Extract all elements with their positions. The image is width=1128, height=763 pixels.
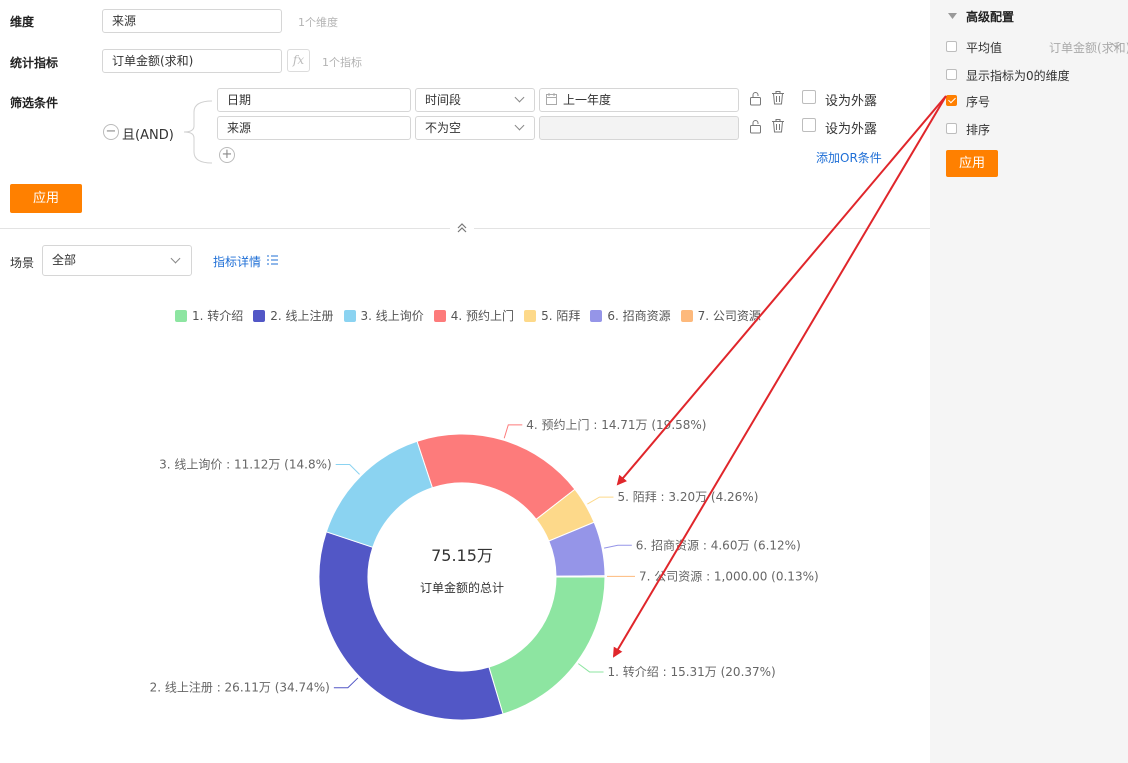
leader-line bbox=[603, 544, 632, 549]
donut-slice[interactable] bbox=[416, 433, 576, 521]
donut-slice[interactable] bbox=[555, 575, 606, 578]
advanced-settings-panel: 高级配置 平均值 订单金额(求和) 显示指标为0的维度 序号 排序 应用 bbox=[930, 0, 1128, 763]
sort-label: 排序 bbox=[966, 123, 991, 137]
slice-label: 3. 线上询价 : 11.12万 (14.8%) bbox=[159, 457, 332, 471]
slice-label: 6. 招商资源 : 4.60万 (6.12%) bbox=[636, 537, 801, 552]
leader-line bbox=[503, 424, 523, 439]
donut-chart: 1. 转介绍 : 15.31万 (20.37%) 2. 线上注册 : 26.11万… bbox=[150, 417, 819, 721]
sort-checkbox[interactable] bbox=[946, 123, 957, 134]
center-total-value: 75.15万 bbox=[431, 546, 493, 565]
donut-slice[interactable] bbox=[325, 440, 434, 548]
show-zero-checkbox[interactable] bbox=[946, 69, 957, 80]
advanced-apply-button[interactable]: 应用 bbox=[946, 150, 998, 177]
slice-label: 5. 陌拜 : 3.20万 (4.26%) bbox=[617, 490, 758, 504]
average-checkbox[interactable] bbox=[946, 41, 957, 52]
app-root: 维度 来源 1个维度 统计指标 订单金额(求和) fx 1个指标 筛选条件 − … bbox=[0, 0, 1128, 763]
average-label: 平均值 bbox=[966, 41, 1003, 55]
donut-slice[interactable] bbox=[488, 576, 606, 715]
center-total-label: 订单金额的总计 bbox=[420, 580, 504, 595]
leader-line bbox=[587, 496, 614, 505]
show-zero-label: 显示指标为0的维度 bbox=[966, 69, 1070, 83]
leader-line bbox=[335, 463, 360, 475]
slice-label: 1. 转介绍 : 15.31万 (20.37%) bbox=[608, 664, 776, 679]
caret-down-icon[interactable] bbox=[948, 13, 957, 19]
leader-line bbox=[578, 663, 604, 673]
leader-line bbox=[333, 677, 359, 689]
sequence-checkbox[interactable] bbox=[946, 95, 957, 106]
slice-label: 2. 线上注册 : 26.11万 (34.74%) bbox=[150, 680, 330, 695]
sequence-label: 序号 bbox=[966, 95, 991, 109]
advanced-settings-title: 高级配置 bbox=[966, 10, 1015, 24]
slice-label: 4. 预约上门 : 14.71万 (19.58%) bbox=[526, 417, 706, 432]
slice-label: 7. 公司资源 : 1,000.00 (0.13%) bbox=[639, 569, 819, 583]
